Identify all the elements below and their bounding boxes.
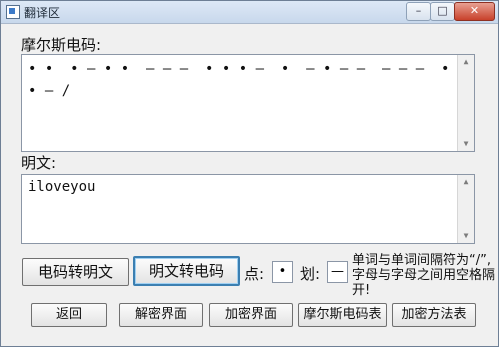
encrypt-screen-button[interactable]: 加密界面 <box>209 303 293 327</box>
app-icon <box>6 5 20 19</box>
translation-window: 翻译区 – □ ✕ 摩尔斯电码: • • • — • • — — — • • •… <box>0 0 499 347</box>
morse-table-button[interactable]: 摩尔斯电码表 <box>298 303 387 327</box>
plaintext-textarea[interactable]: iloveyou ▲ ▼ <box>21 174 475 244</box>
encryption-method-table-button[interactable]: 加密方法表 <box>392 303 476 327</box>
morse-scrollbar[interactable]: ▲ ▼ <box>457 55 474 151</box>
decrypt-screen-button[interactable]: 解密界面 <box>119 303 203 327</box>
window-title: 翻译区 <box>24 6 61 20</box>
scroll-up-icon[interactable]: ▲ <box>458 175 474 189</box>
morse-to-plain-button[interactable]: 电码转明文 <box>22 258 129 286</box>
minimize-button[interactable]: – <box>406 2 431 21</box>
plain-to-morse-button[interactable]: 明文转电码 <box>133 256 240 286</box>
scroll-up-icon[interactable]: ▲ <box>458 55 474 69</box>
morse-textarea[interactable]: • • • — • • — — — • • • — • — • — — — — … <box>21 54 475 152</box>
morse-text: • • • — • • — — — • • • — • — • — — — — … <box>28 61 450 99</box>
dot-label: 点: <box>244 265 265 283</box>
plaintext-label: 明文: <box>21 154 57 172</box>
dash-input[interactable]: — <box>327 261 348 283</box>
scroll-down-icon[interactable]: ▼ <box>458 229 474 243</box>
dot-input[interactable]: • <box>272 261 293 283</box>
plaintext-value: iloveyou <box>28 179 96 195</box>
plaintext-scrollbar[interactable]: ▲ ▼ <box>457 175 474 243</box>
title-bar: 翻译区 – □ ✕ <box>1 1 498 24</box>
back-button[interactable]: 返回 <box>31 303 107 327</box>
maximize-button[interactable]: □ <box>430 2 455 21</box>
dash-label: 划: <box>300 265 321 283</box>
separator-note: 单词与单词间隔符为“/”,字母与字母之间用空格隔开! <box>352 253 496 298</box>
morse-label: 摩尔斯电码: <box>21 36 102 54</box>
scroll-down-icon[interactable]: ▼ <box>458 137 474 151</box>
close-button[interactable]: ✕ <box>454 2 495 21</box>
